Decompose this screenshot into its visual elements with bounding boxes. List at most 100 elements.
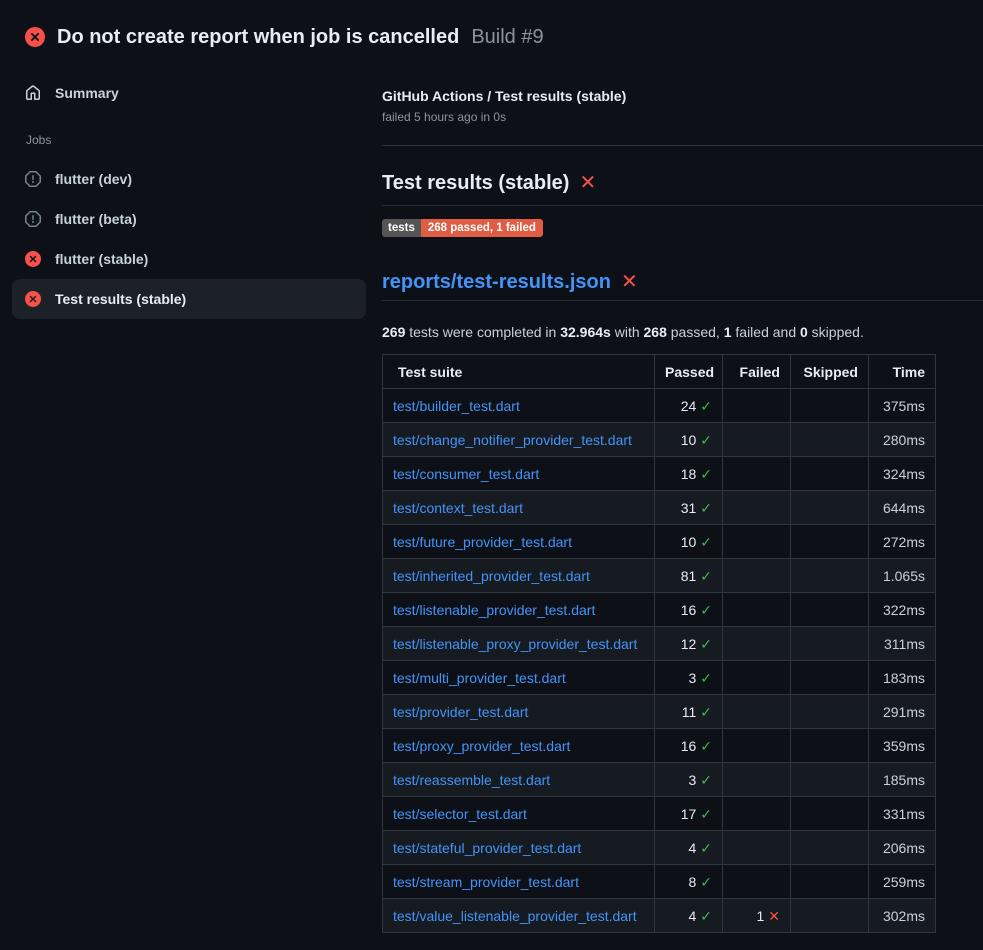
suite-link[interactable]: test/stream_provider_test.dart (393, 874, 579, 890)
table-row: test/reassemble_test.dart3✓185ms (383, 763, 936, 797)
sidebar-item-job-0[interactable]: flutter (dev) (12, 159, 366, 199)
suite-link[interactable]: test/reassemble_test.dart (393, 772, 550, 788)
table-row: test/future_provider_test.dart10✓272ms (383, 525, 936, 559)
skipped-cell (791, 729, 869, 763)
suite-link[interactable]: test/consumer_test.dart (393, 466, 539, 482)
summary-segment: with (611, 324, 644, 340)
failed-cell (723, 593, 791, 627)
failed-cell (723, 423, 791, 457)
column-header: Time (869, 355, 936, 389)
skipped-cell (791, 695, 869, 729)
summary-segment: failed and (732, 324, 801, 340)
sidebar-item-label: flutter (beta) (55, 211, 137, 227)
passed-cell: 16✓ (655, 729, 723, 763)
table-body: test/builder_test.dart24✓375ms test/chang… (383, 389, 936, 933)
time-cell: 375ms (869, 389, 936, 423)
sidebar-item-summary[interactable]: Summary (12, 73, 366, 113)
suite-cell: test/reassemble_test.dart (383, 763, 655, 797)
passed-cell: 17✓ (655, 797, 723, 831)
summary-segment: 0 (800, 324, 808, 340)
stop-cancelled-icon (25, 171, 41, 187)
sidebar-item-label: flutter (dev) (55, 171, 132, 187)
suite-link[interactable]: test/stateful_provider_test.dart (393, 840, 581, 856)
count-value: 12 (681, 636, 697, 652)
suite-link[interactable]: test/proxy_provider_test.dart (393, 738, 570, 754)
table-row: test/listenable_provider_test.dart16✓322… (383, 593, 936, 627)
failed-cell (723, 457, 791, 491)
summary-segment: 1 (724, 324, 732, 340)
time-cell: 302ms (869, 899, 936, 933)
suite-cell: test/inherited_provider_test.dart (383, 559, 655, 593)
passed-cell: 81✓ (655, 559, 723, 593)
sidebar-item-job-1[interactable]: flutter (beta) (12, 199, 366, 239)
suite-link[interactable]: test/future_provider_test.dart (393, 534, 572, 550)
suite-link[interactable]: test/context_test.dart (393, 500, 523, 516)
check-icon: ✓ (700, 670, 712, 686)
sidebar-item-job-2[interactable]: flutter (stable) (12, 239, 366, 279)
count-value: 8 (688, 874, 696, 890)
suite-cell: test/context_test.dart (383, 491, 655, 525)
count-value: 16 (681, 738, 697, 754)
suite-link[interactable]: test/inherited_provider_test.dart (393, 568, 590, 584)
table-row: test/value_listenable_provider_test.dart… (383, 899, 936, 933)
table-row: test/selector_test.dart17✓331ms (383, 797, 936, 831)
count-value: 3 (688, 670, 696, 686)
failed-cell (723, 525, 791, 559)
time-cell: 272ms (869, 525, 936, 559)
report-file-link[interactable]: reports/test-results.json (382, 267, 611, 297)
table-row: test/builder_test.dart24✓375ms (383, 389, 936, 423)
table-row: test/multi_provider_test.dart3✓183ms (383, 661, 936, 695)
suite-link[interactable]: test/builder_test.dart (393, 398, 520, 414)
check-icon: ✓ (700, 466, 712, 482)
suite-link[interactable]: test/value_listenable_provider_test.dart (393, 908, 637, 924)
suite-link[interactable]: test/multi_provider_test.dart (393, 670, 566, 686)
suite-cell: test/stateful_provider_test.dart (383, 831, 655, 865)
count-value: 4 (688, 840, 696, 856)
column-header: Skipped (791, 355, 869, 389)
section-heading-text: Test results (stable) (382, 168, 569, 198)
passed-cell: 4✓ (655, 831, 723, 865)
table-row: test/provider_test.dart11✓291ms (383, 695, 936, 729)
suite-cell: test/future_provider_test.dart (383, 525, 655, 559)
check-icon: ✓ (700, 534, 712, 550)
failed-cell (723, 695, 791, 729)
suite-cell: test/listenable_proxy_provider_test.dart (383, 627, 655, 661)
skipped-cell (791, 423, 869, 457)
sidebar-item-job-3[interactable]: Test results (stable) (12, 279, 366, 319)
count-value: 3 (688, 772, 696, 788)
table-row: test/listenable_proxy_provider_test.dart… (383, 627, 936, 661)
count-value: 16 (681, 602, 697, 618)
summary-segment: 269 (382, 324, 405, 340)
suite-link[interactable]: test/provider_test.dart (393, 704, 528, 720)
passed-cell: 16✓ (655, 593, 723, 627)
x-circle-fill-icon (25, 291, 41, 307)
skipped-cell (791, 389, 869, 423)
main-content: GitHub Actions / Test results (stable) f… (382, 56, 983, 933)
skipped-cell (791, 593, 869, 627)
failed-cell (723, 797, 791, 831)
table-row: test/consumer_test.dart18✓324ms (383, 457, 936, 491)
suite-link[interactable]: test/selector_test.dart (393, 806, 527, 822)
passed-cell: 3✓ (655, 763, 723, 797)
failed-cell (723, 661, 791, 695)
badge-label: tests (382, 219, 421, 237)
column-header: Test suite (383, 355, 655, 389)
passed-cell: 8✓ (655, 865, 723, 899)
failed-cell (723, 389, 791, 423)
skipped-cell (791, 491, 869, 525)
failed-cell (723, 865, 791, 899)
suite-link[interactable]: test/listenable_provider_test.dart (393, 602, 595, 618)
section-heading: Test results (stable) ✕ (382, 168, 983, 198)
failed-cell (723, 831, 791, 865)
suite-link[interactable]: test/change_notifier_provider_test.dart (393, 432, 632, 448)
suite-cell: test/builder_test.dart (383, 389, 655, 423)
suite-link[interactable]: test/listenable_proxy_provider_test.dart (393, 636, 637, 652)
skipped-cell (791, 661, 869, 695)
time-cell: 259ms (869, 865, 936, 899)
check-icon: ✓ (700, 908, 712, 924)
passed-cell: 18✓ (655, 457, 723, 491)
table-row: test/stateful_provider_test.dart4✓206ms (383, 831, 936, 865)
sidebar-summary-label: Summary (55, 85, 119, 101)
page-title: Do not create report when job is cancell… (57, 26, 459, 49)
column-header: Failed (723, 355, 791, 389)
